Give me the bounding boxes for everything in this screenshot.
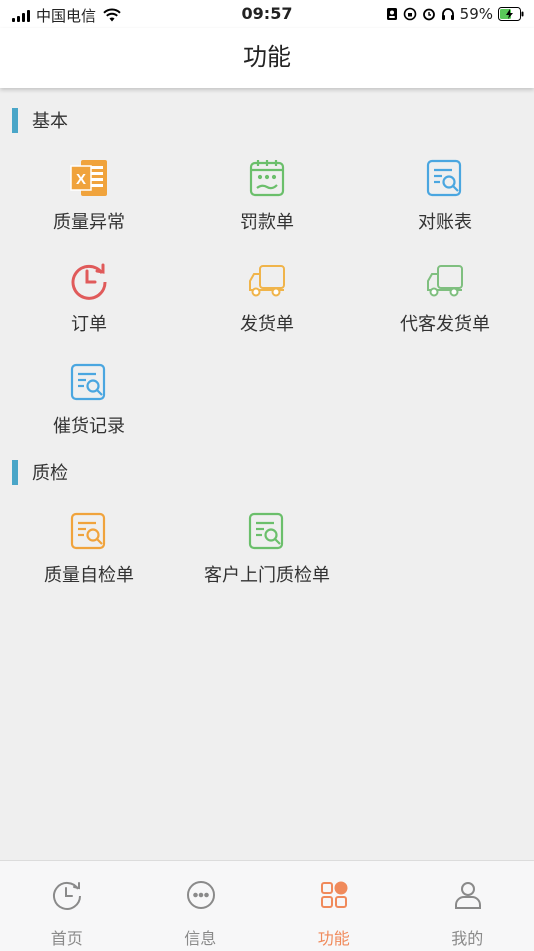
tile-label: 催货记录 xyxy=(0,412,178,438)
tile-statement[interactable]: 对账表 xyxy=(356,158,534,258)
tab-label: 首页 xyxy=(0,925,134,949)
calendar-hand-icon xyxy=(247,158,287,198)
tile-quality-self-inspection[interactable]: 质量自检单 xyxy=(0,511,178,611)
tile-label: 质量异常 xyxy=(0,208,178,234)
section-title-quality-check: 质检 xyxy=(32,459,68,485)
document-search-icon xyxy=(69,511,109,551)
section-title-basic: 基本 xyxy=(32,107,68,133)
nav-bar: 功能 xyxy=(0,28,534,88)
tile-label: 发货单 xyxy=(178,310,356,336)
battery-charging-icon xyxy=(498,7,524,21)
tile-delivery-note[interactable]: 发货单 xyxy=(178,260,356,360)
tile-reminder-record[interactable]: 催货记录 xyxy=(0,362,178,462)
tile-label: 客户上门质检单 xyxy=(178,561,356,587)
tab-bar: 首页 信息 功能 我的 xyxy=(0,860,534,951)
document-search-icon xyxy=(247,511,287,551)
section-accent-bar xyxy=(12,108,18,133)
tile-customer-onsite-inspection[interactable]: 客户上门质检单 xyxy=(178,511,356,611)
battery-percent: 59% xyxy=(460,5,493,23)
excel-icon: X xyxy=(69,158,109,198)
status-bar: 中国电信 09:57 59% xyxy=(0,0,534,28)
clock-history-icon xyxy=(69,260,109,300)
document-search-icon xyxy=(425,158,465,198)
grid-icon xyxy=(318,879,350,911)
section-header-quality-check: 质检 xyxy=(12,459,68,485)
tab-label: 信息 xyxy=(134,925,268,949)
tile-fine-order[interactable]: 罚款单 xyxy=(178,158,356,258)
tab-home[interactable]: 首页 xyxy=(0,861,134,951)
tab-functions[interactable]: 功能 xyxy=(267,861,401,951)
tile-label: 罚款单 xyxy=(178,208,356,234)
tab-messages[interactable]: 信息 xyxy=(134,861,268,951)
user-icon xyxy=(452,879,484,911)
tile-label: 订单 xyxy=(0,310,178,336)
headphones-icon xyxy=(441,7,455,21)
tile-label: 代客发货单 xyxy=(356,310,534,336)
rotation-lock-icon xyxy=(403,7,417,21)
alarm-icon xyxy=(422,7,436,21)
truck-icon xyxy=(247,260,287,300)
tile-order[interactable]: 订单 xyxy=(0,260,178,360)
tab-profile[interactable]: 我的 xyxy=(401,861,534,951)
svg-text:X: X xyxy=(76,171,86,188)
status-right: 59% xyxy=(386,5,524,23)
tile-label: 对账表 xyxy=(356,208,534,234)
clock-home-icon xyxy=(51,879,83,911)
tile-proxy-delivery-note[interactable]: 代客发货单 xyxy=(356,260,534,360)
tile-label: 质量自检单 xyxy=(0,561,178,587)
section-header-basic: 基本 xyxy=(12,107,68,133)
page-title: 功能 xyxy=(243,43,291,71)
section-accent-bar xyxy=(12,460,18,485)
truck-icon xyxy=(425,260,465,300)
tile-quality-exception[interactable]: X 质量异常 xyxy=(0,158,178,258)
document-search-icon xyxy=(69,362,109,402)
chat-dots-icon xyxy=(185,879,217,911)
tab-label: 我的 xyxy=(401,925,534,949)
contact-card-icon xyxy=(386,7,398,21)
tab-label: 功能 xyxy=(267,925,401,949)
